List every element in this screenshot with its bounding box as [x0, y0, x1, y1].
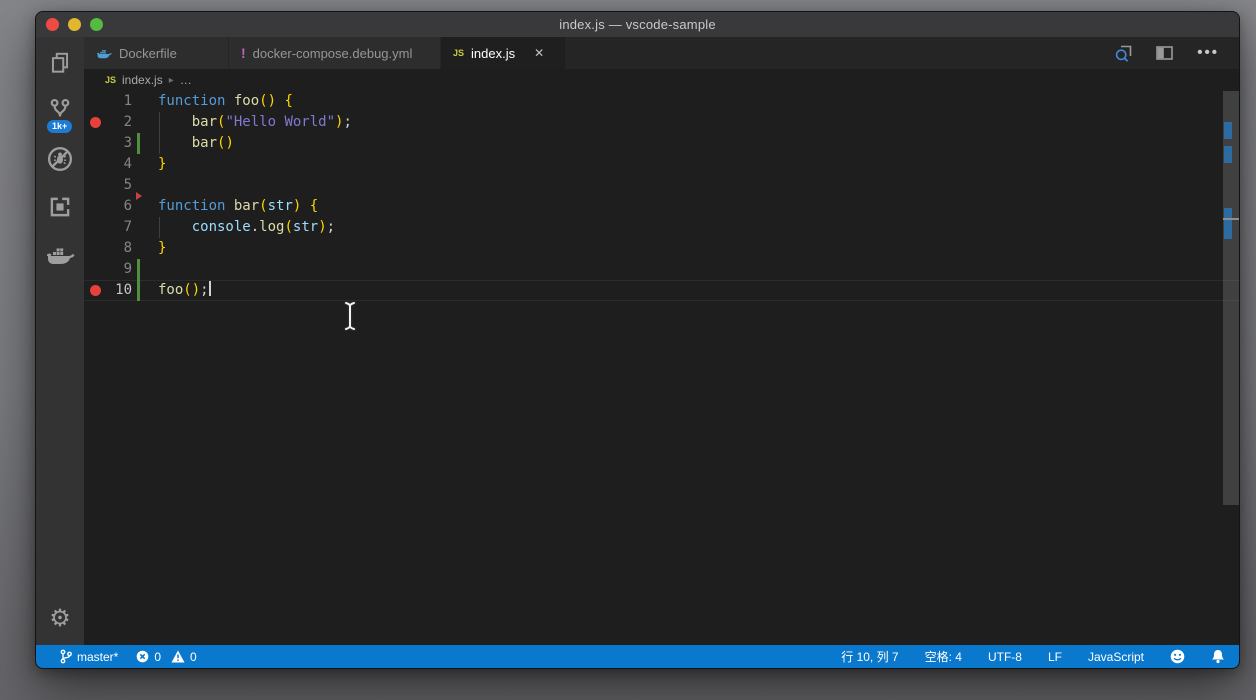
ruler-cursor-line [1223, 218, 1239, 220]
explorer-icon[interactable] [36, 39, 84, 87]
scm-count-badge: 1k+ [47, 120, 73, 133]
code-text: function foo() { [158, 93, 293, 109]
git-branch-icon [60, 649, 72, 664]
code-text: } [158, 240, 167, 256]
split-editor-icon[interactable] [1156, 46, 1174, 60]
code-line-4[interactable]: 4} [84, 154, 1239, 175]
code-line-9[interactable]: 9 [84, 259, 1239, 280]
language-mode-status[interactable]: JavaScript [1088, 650, 1144, 664]
eol-status[interactable]: LF [1048, 650, 1062, 664]
code-lines: 1 function foo() {2 bar("Hello World"); 3 … [84, 91, 1239, 301]
warning-count: 0 [190, 649, 197, 664]
source-control-icon[interactable]: 1k+ [36, 87, 84, 135]
line-number: 2 [123, 114, 132, 130]
code-text: } [158, 156, 167, 172]
error-count: 0 [154, 649, 162, 664]
git-change-ruler-mark [1224, 146, 1232, 163]
tab-label: Dockerfile [119, 45, 177, 61]
code-text: console.log(str); [191, 219, 336, 235]
title-bar: index.js — vscode-sample [36, 12, 1239, 37]
tab-label: index.js [471, 45, 516, 61]
settings-gear-icon[interactable]: ⚙ [49, 607, 71, 631]
activity-bar: 1k+ ⚙ [36, 37, 84, 645]
status-bar: master* 0 0 行 10, 列 7 空格: 4 UTF-8 LF Jav… [36, 645, 1239, 668]
javascript-icon: JS [453, 48, 465, 58]
problems-status[interactable]: 0 0 [136, 649, 197, 664]
code-editor[interactable]: 1 function foo() {2 bar("Hello World"); 3 … [84, 91, 1239, 645]
docker-whale-icon [97, 49, 112, 58]
encoding-status[interactable]: UTF-8 [988, 650, 1022, 664]
breadcrumb-file[interactable]: index.js [122, 73, 163, 87]
line-number: 1 [123, 93, 132, 109]
code-line-6[interactable]: 6 function bar(str) { [84, 192, 1239, 217]
tab-label: docker-compose.debug.yml [252, 45, 413, 61]
overview-ruler[interactable] [1223, 91, 1239, 645]
code-line-3[interactable]: 3 bar() [84, 133, 1239, 154]
line-number: 4 [123, 156, 132, 172]
code-text: bar("Hello World"); [191, 114, 352, 130]
branch-name: master* [77, 649, 119, 664]
code-text: foo(); [158, 281, 211, 298]
close-tab-icon[interactable]: ✕ [534, 46, 544, 60]
code-line-8[interactable]: 8} [84, 238, 1239, 259]
yaml-exclamation-icon: ! [241, 45, 246, 61]
vscode-window: index.js — vscode-sample 1k+ ⚙ Dockerfil… [35, 11, 1240, 669]
line-number: 3 [123, 135, 132, 151]
code-line-7[interactable]: 7 console.log(str); [84, 217, 1239, 238]
code-line-1[interactable]: 1 function foo() { [84, 91, 1239, 112]
line-number: 8 [123, 240, 132, 256]
text-cursor [208, 281, 211, 296]
git-change-gutter [137, 259, 140, 280]
breakpoint-hint-arrow-icon [136, 192, 142, 200]
tab-dockerfile[interactable]: Dockerfile [84, 37, 229, 69]
cursor-position-status[interactable]: 行 10, 列 7 [841, 648, 898, 665]
code-line-5[interactable]: 5 [84, 175, 1239, 196]
window-title: index.js — vscode-sample [559, 17, 716, 32]
indentation-status[interactable]: 空格: 4 [925, 648, 962, 665]
warnings-icon [171, 650, 185, 663]
git-change-ruler-mark [1224, 208, 1232, 239]
line-number: 10 [115, 282, 132, 298]
git-change-gutter [137, 133, 140, 154]
debug-icon[interactable] [36, 135, 84, 183]
chevron-right-icon: ▸ [168, 74, 174, 86]
line-number: 6 [123, 198, 132, 214]
docker-icon[interactable] [36, 231, 84, 279]
code-text: function bar(str) { [158, 198, 319, 214]
open-changes-icon[interactable] [1115, 45, 1132, 62]
editor-actions: ••• [1115, 37, 1239, 69]
breadcrumb: JS index.js ▸ … [84, 69, 1239, 91]
extensions-icon[interactable] [36, 183, 84, 231]
ibeam-mouse-cursor [342, 300, 358, 332]
tab-index-js[interactable]: JS index.js ✕ [441, 37, 566, 69]
errors-icon [137, 650, 149, 663]
tab-bar: Dockerfile ! docker-compose.debug.yml JS… [84, 37, 1239, 69]
line-number: 9 [123, 261, 132, 277]
code-line-2[interactable]: 2 bar("Hello World"); [84, 112, 1239, 133]
line-number: 7 [123, 219, 132, 235]
line-number: 5 [123, 177, 132, 193]
git-change-ruler-mark [1224, 122, 1232, 139]
feedback-smiley-icon[interactable] [1170, 649, 1185, 664]
breadcrumb-symbol-ellipsis[interactable]: … [180, 73, 192, 87]
javascript-icon: JS [105, 75, 117, 85]
notifications-bell-icon[interactable] [1211, 649, 1225, 664]
tab-docker-compose-debug-yml[interactable]: ! docker-compose.debug.yml [229, 37, 441, 69]
git-branch-status[interactable]: master* [60, 649, 118, 664]
git-change-gutter [137, 280, 140, 301]
code-text: bar() [191, 135, 234, 151]
code-line-10[interactable]: 10 foo(); [84, 280, 1239, 301]
